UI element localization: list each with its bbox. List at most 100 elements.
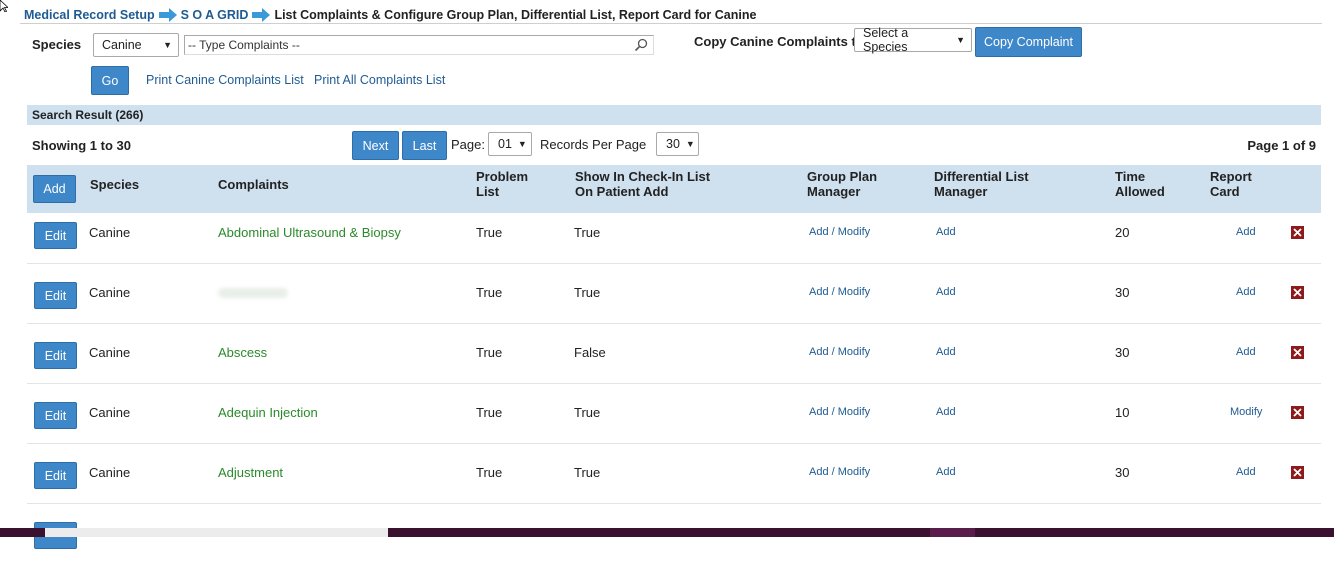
time-allowed-cell: 30 bbox=[1115, 345, 1130, 360]
breadcrumb-soa-grid[interactable]: S O A GRID bbox=[181, 8, 249, 22]
column-group-plan-line1: Group Plan bbox=[807, 169, 878, 184]
mouse-cursor-icon bbox=[0, 0, 8, 12]
checkin-cell: True bbox=[574, 285, 601, 300]
records-per-page-select[interactable]: 30 ▼ bbox=[656, 132, 699, 156]
report-card-link[interactable]: Modify bbox=[1230, 406, 1262, 418]
complaint-name-redacted bbox=[218, 288, 288, 298]
delete-icon[interactable] bbox=[1291, 346, 1304, 359]
chevron-down-icon: ▼ bbox=[163, 40, 172, 50]
column-time-allowed: Time Allowed bbox=[1115, 169, 1165, 199]
column-complaints[interactable]: Complaints bbox=[218, 177, 289, 192]
delete-icon[interactable] bbox=[1291, 226, 1304, 239]
chevron-down-icon: ▼ bbox=[517, 139, 527, 149]
column-time-line1: Time bbox=[1115, 169, 1146, 184]
checkin-cell: True bbox=[574, 465, 601, 480]
column-species[interactable]: Species bbox=[90, 177, 139, 192]
search-icon[interactable] bbox=[634, 38, 648, 52]
time-allowed-cell: 10 bbox=[1115, 405, 1130, 420]
column-report-line2: Card bbox=[1210, 184, 1240, 199]
delete-icon[interactable] bbox=[1291, 406, 1304, 419]
column-problem-list: Problem List bbox=[476, 169, 528, 199]
breadcrumb-medical-record-setup[interactable]: Medical Record Setup bbox=[24, 8, 155, 22]
next-page-button[interactable]: Next bbox=[352, 131, 399, 160]
problem-list-cell: True bbox=[476, 225, 503, 240]
problem-list-cell: True bbox=[476, 465, 503, 480]
column-checkin-line1: Show In Check-In List bbox=[575, 169, 711, 184]
report-card-link[interactable]: Add bbox=[1236, 346, 1256, 358]
group-plan-link[interactable]: Add / Modify bbox=[809, 346, 870, 358]
species-cell: Canine bbox=[89, 225, 131, 240]
time-allowed-cell: 30 bbox=[1115, 285, 1130, 300]
complaint-name[interactable]: Adjustment bbox=[218, 465, 283, 480]
table-row: Edit Canine Adequin Injection True True … bbox=[27, 384, 1321, 444]
search-result-header: Search Result (266) bbox=[27, 105, 1321, 125]
differential-link[interactable]: Add bbox=[936, 286, 956, 298]
delete-icon[interactable] bbox=[1291, 286, 1304, 299]
complaint-name[interactable]: Abscess bbox=[218, 345, 267, 360]
showing-range: Showing 1 to 30 bbox=[32, 138, 131, 153]
species-cell: Canine bbox=[89, 405, 131, 420]
table-row: Edit Canine True True Add / Modify Add 3… bbox=[27, 264, 1321, 324]
taskbar-active-app[interactable] bbox=[930, 528, 975, 537]
report-card-link[interactable]: Add bbox=[1236, 286, 1256, 298]
species-select-value: Canine bbox=[102, 38, 142, 52]
complaints-search-input[interactable]: -- Type Complaints -- bbox=[184, 35, 654, 55]
differential-link[interactable]: Add bbox=[936, 226, 956, 238]
group-plan-link[interactable]: Add / Modify bbox=[809, 226, 870, 238]
species-label: Species bbox=[32, 37, 82, 52]
last-page-button[interactable]: Last bbox=[402, 131, 447, 160]
column-differential-line1: Differential List bbox=[934, 169, 1029, 184]
page-select[interactable]: 01 ▼ bbox=[488, 132, 532, 156]
problem-list-cell: True bbox=[476, 345, 503, 360]
arrow-right-icon bbox=[158, 7, 177, 22]
column-problem-list-line1: Problem bbox=[476, 169, 529, 184]
complaint-name[interactable]: Adequin Injection bbox=[218, 405, 318, 420]
time-allowed-cell: 20 bbox=[1115, 225, 1130, 240]
column-checkin: Show In Check-In List On Patient Add bbox=[575, 169, 710, 199]
copy-complaint-button[interactable]: Copy Complaint bbox=[975, 27, 1082, 57]
table-row: Edit Canine Abscess True False Add / Mod… bbox=[27, 324, 1321, 384]
edit-button[interactable]: Edit bbox=[34, 222, 77, 249]
checkin-cell: False bbox=[574, 345, 606, 360]
page-label: Page: bbox=[451, 137, 485, 152]
edit-button[interactable]: Edit bbox=[34, 402, 77, 429]
complaints-search-value: -- Type Complaints -- bbox=[188, 38, 300, 52]
column-checkin-line2: On Patient Add bbox=[575, 184, 669, 199]
group-plan-link[interactable]: Add / Modify bbox=[809, 466, 870, 478]
edit-button[interactable]: Edit bbox=[34, 342, 77, 369]
chevron-down-icon: ▼ bbox=[956, 35, 965, 45]
table-row: Edit Canine Abdominal Ultrasound & Biops… bbox=[27, 204, 1321, 264]
checkin-cell: True bbox=[574, 225, 601, 240]
column-differential: Differential List Manager bbox=[934, 169, 1029, 199]
records-per-page-value: 30 bbox=[666, 137, 680, 151]
table-row: Edit Canine Adjustment True True Add / M… bbox=[27, 444, 1321, 504]
go-button[interactable]: Go bbox=[91, 66, 129, 95]
add-complaint-button[interactable]: Add bbox=[33, 175, 76, 203]
copy-species-select[interactable]: Select a Species ▼ bbox=[854, 26, 972, 54]
differential-link[interactable]: Add bbox=[936, 346, 956, 358]
group-plan-link[interactable]: Add / Modify bbox=[809, 406, 870, 418]
problem-list-cell: True bbox=[476, 405, 503, 420]
breadcrumb-divider bbox=[20, 23, 1322, 24]
edit-button[interactable]: Edit bbox=[34, 282, 77, 309]
edit-button[interactable]: Edit bbox=[34, 462, 77, 489]
page-select-value: 01 bbox=[498, 137, 512, 151]
column-group-plan-line2: Manager bbox=[807, 184, 861, 199]
print-species-complaints-link[interactable]: Print Canine Complaints List bbox=[146, 73, 304, 87]
report-card-link[interactable]: Add bbox=[1236, 226, 1256, 238]
differential-link[interactable]: Add bbox=[936, 466, 956, 478]
report-card-link[interactable]: Add bbox=[1236, 466, 1256, 478]
taskbar-search-box[interactable] bbox=[45, 528, 388, 537]
species-select[interactable]: Canine ▼ bbox=[93, 33, 179, 57]
differential-link[interactable]: Add bbox=[936, 406, 956, 418]
complaint-name[interactable]: Abdominal Ultrasound & Biopsy bbox=[218, 225, 401, 240]
column-group-plan: Group Plan Manager bbox=[807, 169, 877, 199]
breadcrumb-current: List Complaints & Configure Group Plan, … bbox=[274, 7, 757, 22]
group-plan-link[interactable]: Add / Modify bbox=[809, 286, 870, 298]
species-cell: Canine bbox=[89, 345, 131, 360]
column-time-line2: Allowed bbox=[1115, 184, 1165, 199]
delete-icon[interactable] bbox=[1291, 466, 1304, 479]
breadcrumb: Medical Record Setup S O A GRID List Com… bbox=[24, 6, 756, 23]
print-all-complaints-link[interactable]: Print All Complaints List bbox=[314, 73, 445, 87]
problem-list-cell: True bbox=[476, 285, 503, 300]
